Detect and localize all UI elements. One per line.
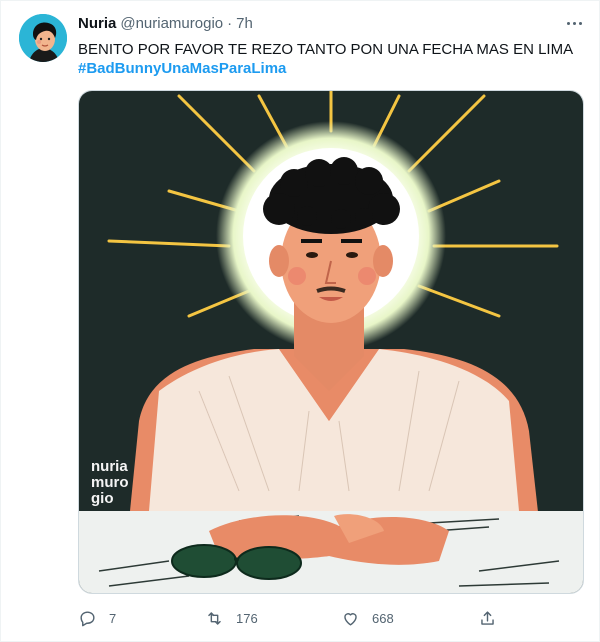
author-name[interactable]: Nuria (78, 15, 116, 32)
svg-text:nuria: nuria (91, 458, 128, 475)
heart-icon (344, 612, 357, 626)
more-dots-icon (572, 21, 576, 25)
reply-icon (80, 610, 95, 626)
share-button[interactable] (478, 605, 497, 631)
like-count: 668 (372, 610, 394, 626)
reply-button[interactable]: 7 (78, 605, 116, 631)
tweet-actions-bar: 7 176 668 (78, 605, 578, 631)
illustration: nuria muro gio (79, 91, 583, 593)
share-icon (481, 610, 494, 625)
like-button[interactable]: 668 (341, 605, 394, 631)
retweet-count: 176 (236, 610, 258, 626)
retweet-icon (208, 611, 221, 625)
svg-text:gio: gio (91, 490, 114, 507)
tweet-card[interactable]: Nuria @nuriamurogio · 7h BENITO POR FAVO… (0, 0, 600, 642)
tweet-text: BENITO POR FAVOR TE REZO TANTO PON UNA F… (78, 41, 574, 58)
tweet-header: Nuria @nuriamurogio · 7h (78, 15, 253, 35)
separator-dot: · (227, 15, 233, 32)
avatar[interactable] (19, 14, 67, 62)
tweet-timestamp[interactable]: 7h (236, 15, 253, 32)
more-dots-icon (566, 21, 570, 25)
more-dots-icon (578, 21, 582, 25)
hashtag-link[interactable]: #BadBunnyUnaMasParaLima (78, 59, 286, 79)
more-options-button[interactable] (561, 13, 587, 33)
svg-text:muro: muro (91, 474, 129, 491)
reply-count: 7 (109, 610, 117, 626)
author-handle[interactable]: @nuriamurogio (120, 15, 223, 32)
avatar-illustration (19, 14, 67, 62)
retweet-button[interactable]: 176 (205, 605, 258, 631)
tweet-media-image[interactable]: nuria muro gio (78, 90, 584, 594)
